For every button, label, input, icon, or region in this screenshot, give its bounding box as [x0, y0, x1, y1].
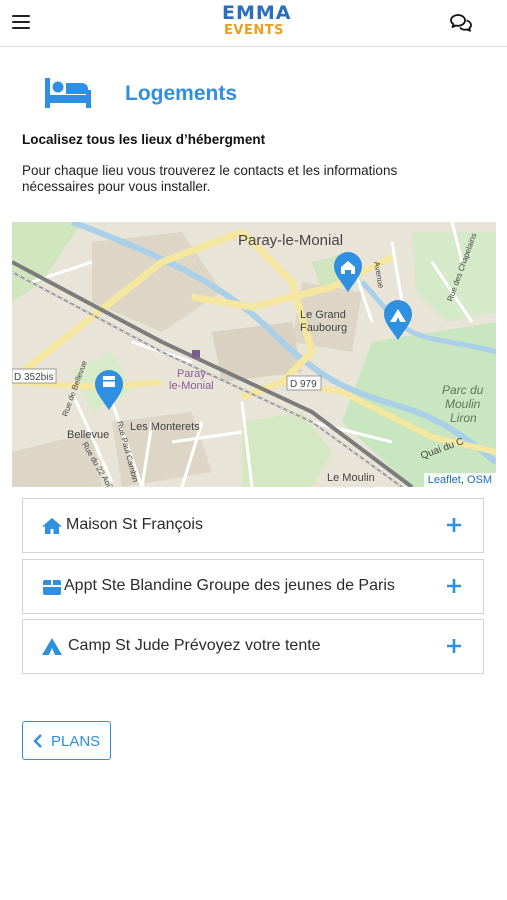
bed-icon [45, 78, 91, 108]
map-label-bellevue: Bellevue [67, 429, 109, 441]
accommodation-label: Appt Ste Blandine Groupe des jeunes de P… [64, 577, 395, 594]
map-label-station-1: Paray- [177, 368, 210, 380]
building-icon [43, 580, 61, 595]
accommodation-item-maison-st-francois[interactable]: Maison St François [22, 498, 484, 553]
map-label-parc-1: Parc du [442, 383, 484, 397]
page-subtitle: Localisez tous les lieux d’hébergment [22, 132, 266, 147]
accommodation-label: Maison St François [66, 516, 203, 533]
plus-icon[interactable] [445, 577, 463, 595]
logo-line1: EMMA [222, 2, 292, 24]
map-tiles[interactable]: Paray-le-Monial Le Grand Faubourg Paray-… [12, 222, 496, 487]
logo-line2: EVENTS [224, 23, 284, 38]
tent-icon [42, 638, 62, 655]
top-bar: EMMA EVENTS [0, 0, 507, 47]
hamburger-menu-icon[interactable] [12, 15, 30, 31]
map-label-station-2: le-Monial [169, 380, 214, 392]
page-title: Logements [125, 82, 238, 105]
map-attribution: Leaflet, OSM [423, 473, 496, 487]
leaflet-link[interactable]: Leaflet [428, 474, 461, 486]
accommodation-label: Camp St Jude Prévoyez votre tente [68, 637, 321, 654]
map-label-faubourg: Faubourg [300, 322, 347, 334]
plus-icon[interactable] [445, 637, 463, 655]
accommodation-item-appt-ste-blandine[interactable]: Appt Ste Blandine Groupe des jeunes de P… [22, 559, 484, 614]
plus-icon[interactable] [445, 516, 463, 534]
plans-button-label: PLANS [51, 733, 101, 750]
map-label-d352: D 352bis [14, 372, 53, 383]
map-label-parc-2: Moulin [445, 397, 481, 411]
map-label-d979: D 979 [290, 379, 317, 390]
chat-bubbles-icon[interactable] [450, 13, 472, 33]
accommodation-item-camp-st-jude[interactable]: Camp St Jude Prévoyez votre tente [22, 619, 484, 674]
plans-back-button[interactable]: PLANS [22, 721, 111, 760]
map-label-town: Paray-le-Monial [238, 232, 343, 249]
osm-link[interactable]: OSM [467, 474, 492, 486]
app-logo[interactable]: EMMA EVENTS [222, 2, 292, 38]
accommodation-map[interactable]: Paray-le-Monial Le Grand Faubourg Paray-… [12, 222, 496, 487]
map-label-monterets: Les Monterets [130, 421, 200, 433]
map-label-le-moulin: Le Moulin [327, 472, 375, 484]
page-description: Pour chaque lieu vous trouverez le conta… [22, 163, 398, 194]
map-label-parc-3: Liron [450, 411, 477, 425]
chevron-left-icon [33, 734, 42, 748]
home-icon [42, 518, 62, 534]
map-label-le-grand: Le Grand [300, 309, 346, 321]
